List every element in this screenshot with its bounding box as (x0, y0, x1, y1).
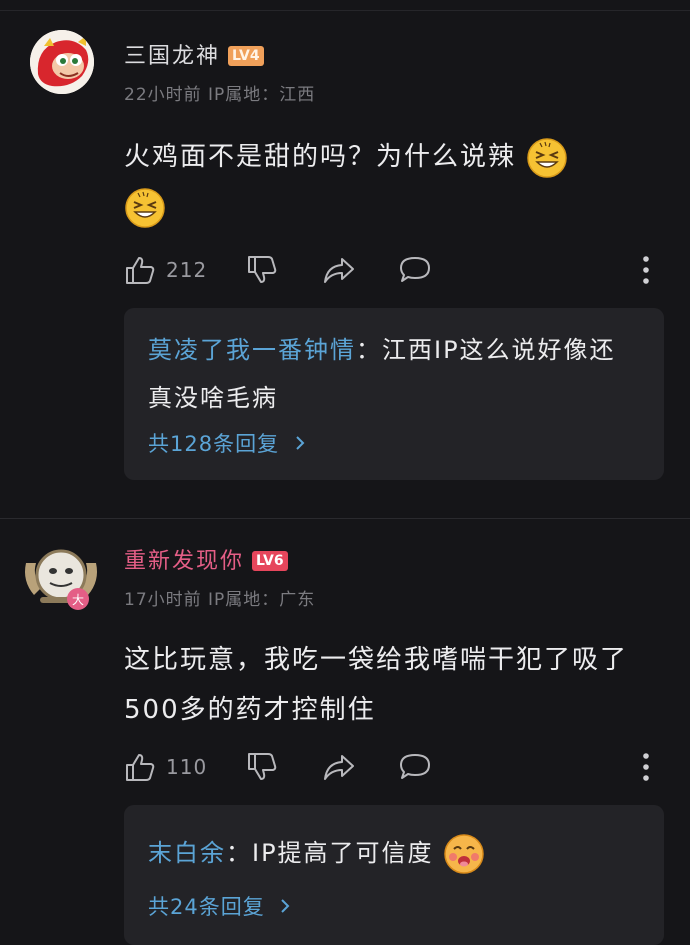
chevron-right-icon (287, 432, 305, 456)
share-icon (324, 258, 354, 283)
comment-meta: 17小时前 IP属地：广东 (124, 590, 316, 610)
drooling-face-emoji-icon (444, 834, 484, 874)
reply-preview[interactable]: 末白余：IP提高了可信度 共24条回复 (124, 805, 664, 945)
level-badge: LV6 (252, 551, 288, 571)
view-replies-link[interactable]: 共128条回复 (148, 428, 305, 458)
chat-bubble-icon (400, 754, 430, 779)
vertical-dots-icon (643, 256, 649, 284)
more-options-button[interactable] (642, 747, 650, 787)
thumbs-down-icon (248, 753, 277, 780)
avatar[interactable]: 大 (22, 543, 100, 613)
avatar[interactable] (30, 30, 94, 94)
meme-face-avatar-icon: 大 (25, 549, 97, 610)
comment-meta: 22小时前 IP属地：江西 (124, 85, 316, 105)
action-bar: 212 (124, 250, 664, 290)
top-divider (0, 10, 690, 11)
username-text[interactable]: 三国龙神 (124, 44, 220, 69)
username-text[interactable]: 重新发现你 (124, 549, 244, 574)
reply-content: ：IP提高了可信度 (226, 839, 434, 867)
reply-count-label: 共24条回复 (148, 895, 265, 919)
thumbs-down-icon (248, 256, 277, 283)
like-button[interactable]: 110 (124, 747, 207, 787)
vertical-dots-icon (643, 753, 649, 781)
comment-text: 火鸡面不是甜的吗？为什么说辣 (124, 132, 644, 232)
reply-button[interactable] (398, 747, 432, 787)
chevron-right-icon (273, 895, 291, 919)
thumbs-up-icon (126, 257, 155, 284)
reply-username[interactable]: 莫凌了我一番钟情 (148, 336, 356, 364)
dislike-button[interactable] (246, 747, 278, 787)
grinning-squint-emoji-icon (125, 187, 165, 228)
reply-button[interactable] (398, 250, 432, 290)
more-options-button[interactable] (642, 250, 650, 290)
chat-bubble-icon (400, 257, 430, 282)
view-replies-link[interactable]: 共24条回复 (148, 891, 290, 921)
comment-text: 这比玩意，我吃一袋给我嗜喘干犯了吸了500多的药才控制住 (124, 645, 629, 725)
username[interactable]: 三国龙神 LV4 (124, 38, 264, 70)
avatar-badge: 大 (72, 593, 84, 607)
comment-text-content: 火鸡面不是甜的吗？为什么说辣 (124, 142, 517, 172)
level-badge: LV4 (228, 46, 264, 66)
share-button[interactable] (322, 747, 356, 787)
like-button[interactable]: 212 (124, 250, 207, 290)
username[interactable]: 重新发现你 LV6 (124, 543, 288, 575)
thumbs-up-icon (126, 754, 155, 781)
share-icon (324, 755, 354, 780)
reply-count-label: 共128条回复 (148, 432, 280, 456)
like-count: 212 (166, 258, 208, 282)
reply-username[interactable]: 末白余 (148, 839, 226, 867)
action-bar: 110 (124, 747, 664, 787)
reply-text: 莫凌了我一番钟情：江西IP这么说好像还真没啥毛病 (148, 326, 638, 422)
grinning-squint-emoji-icon (527, 137, 568, 178)
reply-text: 末白余：IP提高了可信度 (148, 829, 638, 877)
dragon-avatar-icon (30, 30, 94, 94)
dislike-button[interactable] (246, 250, 278, 290)
comments-page: 三国龙神 LV4 22小时前 IP属地：江西 火鸡面不是甜的吗？为什么说辣 21… (0, 0, 690, 945)
comment-divider (0, 518, 690, 519)
reply-preview[interactable]: 莫凌了我一番钟情：江西IP这么说好像还真没啥毛病 共128条回复 (124, 308, 664, 480)
share-button[interactable] (322, 250, 356, 290)
like-count: 110 (166, 755, 208, 779)
